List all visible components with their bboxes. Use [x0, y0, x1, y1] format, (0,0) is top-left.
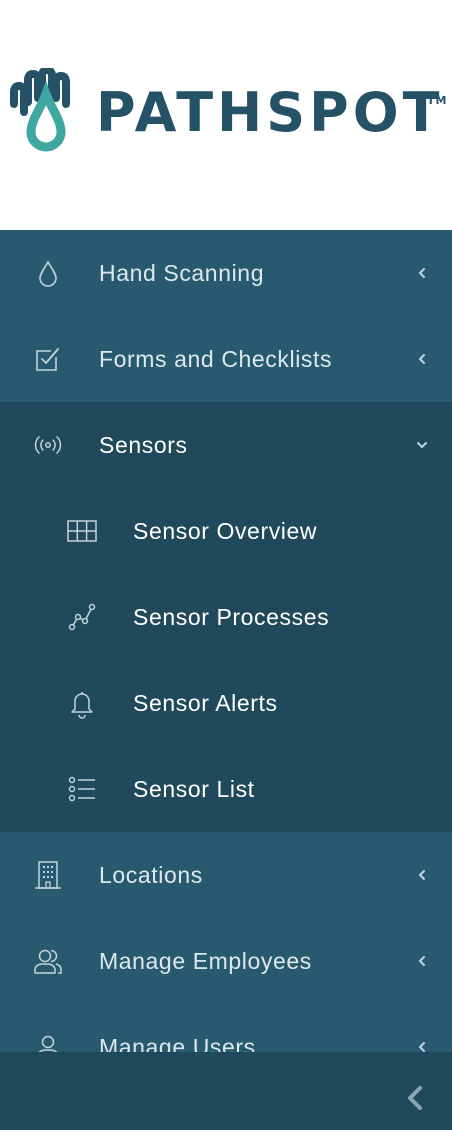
sidebar-item-label: Manage Employees: [99, 947, 312, 974]
grid-icon: [67, 520, 97, 542]
sidebar-item-forms-and-checklists[interactable]: Forms and Checklists: [0, 316, 452, 402]
sidebar-item-sensors[interactable]: Sensors: [0, 402, 452, 488]
checkbox-icon: [36, 348, 59, 371]
sidebar-item-label: Forms and Checklists: [99, 345, 333, 372]
water-drop-icon: [39, 260, 57, 287]
sidebar-item-label: Manage Users: [99, 1033, 256, 1053]
sidebar-item-label: Hand Scanning: [99, 259, 265, 286]
sidebar-item-hand-scanning[interactable]: Hand Scanning: [0, 230, 452, 316]
sidebar-subitem-sensor-list[interactable]: Sensor List: [0, 746, 452, 832]
graph-nodes-icon: [68, 603, 96, 631]
people-icon: [34, 949, 62, 974]
sidebar-item-locations[interactable]: Locations: [0, 832, 452, 918]
chevron-left-icon: [419, 1042, 425, 1052]
sidebar-nav: Hand Scanning Forms and Checklists Senso…: [0, 230, 452, 1052]
sidebar-item-manage-users[interactable]: Manage Users: [0, 1004, 452, 1052]
person-icon: [38, 1035, 58, 1052]
sidebar-subitem-label: Sensor List: [133, 775, 255, 802]
sensors-group: Sensors Sensor Overview Sensor Processes…: [0, 402, 452, 832]
trademark-mark: TM: [427, 94, 448, 107]
sidebar-subitem-label: Sensor Processes: [133, 603, 330, 630]
building-icon: [35, 861, 61, 889]
list-icon: [68, 776, 95, 802]
logo-area: PATHSPOT TM: [0, 0, 452, 230]
sidebar-subitem-sensor-overview[interactable]: Sensor Overview: [0, 488, 452, 574]
sidebar-item-manage-employees[interactable]: Manage Employees: [0, 918, 452, 1004]
sidebar-collapse-button[interactable]: [400, 1082, 430, 1114]
sidebar-subitem-label: Sensor Overview: [133, 517, 318, 544]
sidebar-subitem-sensor-alerts[interactable]: Sensor Alerts: [0, 660, 452, 746]
chevron-left-icon: [419, 870, 425, 880]
chevron-down-icon: [417, 442, 427, 448]
sidebar-item-label: Sensors: [99, 431, 188, 458]
chevron-left-icon: [419, 268, 425, 278]
sidebar-subitem-label: Sensor Alerts: [133, 689, 278, 716]
sidebar-item-label: Locations: [99, 861, 203, 888]
sidebar-footer: [0, 1052, 452, 1130]
chevron-left-icon: [419, 354, 425, 364]
chevron-left-icon: [419, 956, 425, 966]
brand-name: PATHSPOT: [96, 81, 444, 144]
bell-icon: [71, 692, 93, 719]
broadcast-icon: [34, 436, 62, 454]
pathspot-logo-icon: [10, 68, 70, 152]
sidebar-subitem-sensor-processes[interactable]: Sensor Processes: [0, 574, 452, 660]
